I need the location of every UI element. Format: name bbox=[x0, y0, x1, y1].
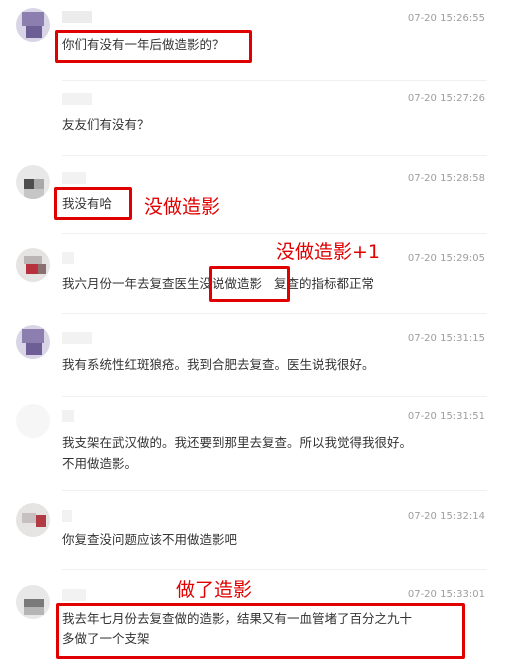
comment-text: 你复查没问题应该不用做造影吧 bbox=[62, 532, 238, 547]
separator bbox=[62, 396, 487, 397]
highlight-box bbox=[209, 266, 290, 302]
comment-text: 不用做造影。 bbox=[62, 456, 138, 471]
comment-text: 我支架在武汉做的。我还要到那里去复查。所以我觉得我很好。 bbox=[62, 435, 413, 450]
highlight-box bbox=[55, 30, 252, 63]
separator bbox=[62, 569, 487, 570]
comment-time: 07-20 15:26:55 bbox=[407, 13, 485, 24]
username[interactable] bbox=[62, 589, 86, 601]
username[interactable] bbox=[62, 510, 72, 522]
separator bbox=[62, 313, 487, 314]
comment-text: 我有系统性红斑狼疮。我到合肥去复查。医生说我很好。 bbox=[62, 357, 375, 372]
annotation-label: 没做造影 bbox=[144, 196, 221, 218]
username[interactable] bbox=[62, 172, 86, 184]
avatar[interactable] bbox=[16, 165, 50, 199]
username[interactable] bbox=[62, 11, 92, 23]
comment-time: 07-20 15:27:26 bbox=[407, 93, 485, 104]
separator bbox=[62, 80, 487, 81]
comment-time: 07-20 15:33:01 bbox=[407, 589, 485, 600]
username[interactable] bbox=[62, 410, 74, 422]
highlight-box bbox=[54, 187, 132, 220]
avatar[interactable] bbox=[16, 503, 50, 537]
separator bbox=[62, 490, 487, 491]
separator bbox=[62, 155, 487, 156]
avatar[interactable] bbox=[16, 325, 50, 359]
avatar[interactable] bbox=[16, 8, 50, 42]
comment-time: 07-20 15:28:58 bbox=[407, 173, 485, 184]
highlight-box bbox=[56, 603, 465, 659]
comment-time: 07-20 15:29:05 bbox=[407, 253, 485, 264]
annotation-label: 做了造影 bbox=[176, 579, 253, 601]
separator bbox=[62, 233, 487, 234]
comment-time: 07-20 15:31:15 bbox=[407, 333, 485, 344]
annotation-label: 没做造影+1 bbox=[276, 241, 381, 263]
username[interactable] bbox=[62, 252, 74, 264]
username[interactable] bbox=[62, 93, 92, 105]
comment-time: 07-20 15:32:14 bbox=[407, 511, 485, 522]
comment-text-part: 我六月份一年去复查医生 bbox=[62, 276, 200, 291]
avatar[interactable] bbox=[16, 585, 50, 619]
avatar[interactable] bbox=[16, 404, 50, 438]
comment-time: 07-20 15:31:51 bbox=[407, 411, 485, 422]
avatar[interactable] bbox=[16, 248, 50, 282]
comment-text: 友友们有没有？ bbox=[62, 117, 150, 132]
username[interactable] bbox=[62, 332, 92, 344]
